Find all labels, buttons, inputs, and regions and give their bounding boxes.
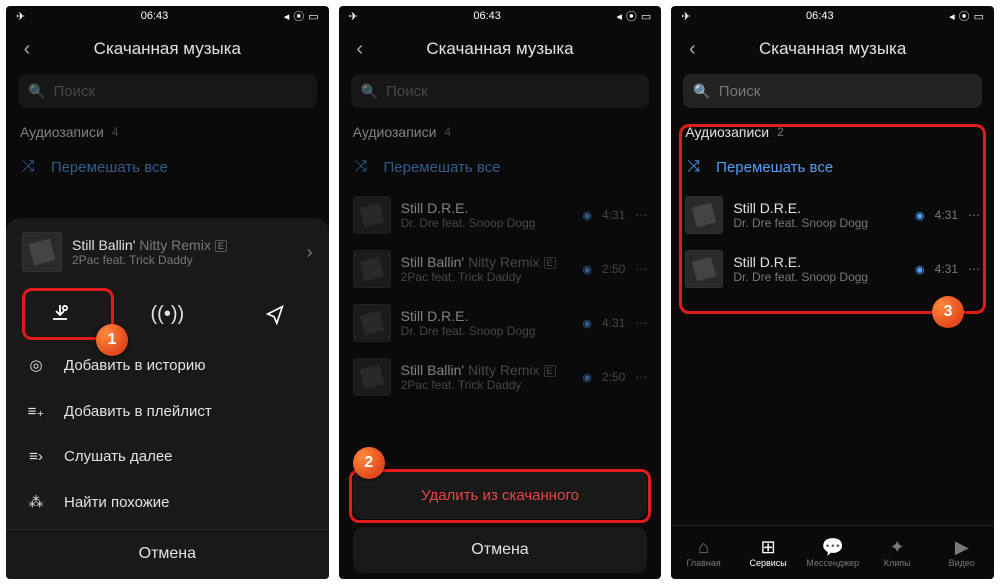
nav-messenger[interactable]: 💬Мессенджер xyxy=(800,526,865,579)
messenger-icon: 💬 xyxy=(821,538,843,556)
downloaded-icon: ◉ xyxy=(915,209,925,222)
services-icon: ⊞ xyxy=(761,538,776,556)
track-row[interactable]: Still Ballin' Nitty RemixE2Pac feat. Tri… xyxy=(339,242,662,296)
home-icon: ⌂ xyxy=(698,538,709,556)
search-input[interactable]: 🔍 Поиск xyxy=(683,74,982,108)
track-row[interactable]: Still Ballin' Nitty RemixE2Pac feat. Tri… xyxy=(339,350,662,404)
add-to-playlist[interactable]: ≡₊ Добавить в плейлист xyxy=(6,388,329,434)
track-cover xyxy=(353,250,391,288)
listen-next[interactable]: ≡› Слушать далее xyxy=(6,434,329,479)
panel-1: ✈ 06:43 ◂⦿▭ ‹ Скачанная музыка 🔍 Поиск А… xyxy=(6,6,329,579)
header: ‹ Скачанная музыка xyxy=(671,26,994,72)
section-header: Аудиозаписи2 xyxy=(671,118,994,146)
downloaded-icon: ◉ xyxy=(582,209,592,222)
share-button[interactable] xyxy=(221,292,329,336)
downloaded-icon: ◉ xyxy=(582,317,592,330)
panel-2: ✈ 06:43 ◂⦿▭ ‹ Скачанная музыка 🔍 Поиск А… xyxy=(339,6,662,579)
playlist-add-icon: ≡₊ xyxy=(26,402,46,420)
track-cover xyxy=(685,250,723,288)
chevron-right-icon: › xyxy=(307,242,313,263)
shuffle-all[interactable]: ⤨ Перемешать все xyxy=(671,146,994,188)
clips-icon: ✦ xyxy=(890,538,905,556)
nav-home[interactable]: ⌂Главная xyxy=(671,526,736,579)
now-playing-row[interactable]: Still Ballin' Nitty RemixE 2Pac feat. Tr… xyxy=(6,218,329,286)
header: ‹ Скачанная музыка xyxy=(339,26,662,72)
panel-3: ✈ 06:43 ◂⦿▭ ‹ Скачанная музыка 🔍 Поиск А… xyxy=(671,6,994,579)
more-icon[interactable]: ⋯ xyxy=(635,262,647,276)
remove-from-downloads[interactable]: Удалить из скачанного xyxy=(353,471,648,519)
status-bar: ✈ 06:43 ◂⦿▭ xyxy=(339,6,662,26)
downloaded-icon: ◉ xyxy=(582,263,592,276)
page-title: Скачанная музыка xyxy=(347,39,654,59)
more-icon[interactable]: ⋯ xyxy=(635,208,647,222)
shuffle-all[interactable]: ⤨ Перемешать все xyxy=(339,146,662,188)
more-icon[interactable]: ⋯ xyxy=(635,370,647,384)
broadcast-button[interactable]: ((•)) xyxy=(114,292,222,336)
track-cover xyxy=(353,196,391,234)
nav-video[interactable]: ▶Видео xyxy=(929,526,994,579)
more-icon[interactable]: ⋯ xyxy=(968,208,980,222)
find-similar[interactable]: ⁂ Найти похожие xyxy=(6,479,329,525)
page-title: Скачанная музыка xyxy=(14,39,321,59)
more-icon[interactable]: ⋯ xyxy=(635,316,647,330)
video-icon: ▶ xyxy=(955,538,969,556)
cancel-button[interactable]: Отмена xyxy=(6,529,329,577)
section-header: Аудиозаписи4 xyxy=(339,118,662,146)
cancel-button[interactable]: Отмена xyxy=(353,527,648,573)
downloaded-icon: ◉ xyxy=(915,263,925,276)
nav-clips[interactable]: ✦Клипы xyxy=(865,526,930,579)
queue-icon: ≡› xyxy=(26,448,46,465)
track-cover xyxy=(353,358,391,396)
bottom-nav: ⌂Главная ⊞Сервисы 💬Мессенджер ✦Клипы ▶Ви… xyxy=(671,525,994,579)
quick-actions-row: ((•)) xyxy=(6,286,329,342)
downloaded-icon: ◉ xyxy=(582,371,592,384)
search-input[interactable]: 🔍 Поиск xyxy=(18,74,317,108)
header: ‹ Скачанная музыка xyxy=(6,26,329,72)
status-bar: ✈ 06:43 ◂⦿▭ xyxy=(6,6,329,26)
page-title: Скачанная музыка xyxy=(679,39,986,59)
nav-services[interactable]: ⊞Сервисы xyxy=(736,526,801,579)
status-bar: ✈ 06:43 ◂⦿▭ xyxy=(671,6,994,26)
search-placeholder: Поиск xyxy=(53,83,95,100)
track-row[interactable]: Still D.R.E.Dr. Dre feat. Snoop Dogg ◉4:… xyxy=(339,188,662,242)
more-icon[interactable]: ⋯ xyxy=(968,262,980,276)
shuffle-icon: ⤨ xyxy=(355,158,368,176)
search-icon: 🔍 xyxy=(361,83,378,100)
section-header: Аудиозаписи4 xyxy=(6,118,329,146)
shuffle-all[interactable]: ⤨ Перемешать все xyxy=(6,146,329,188)
remove-download-button[interactable] xyxy=(6,292,114,336)
track-row[interactable]: Still D.R.E.Dr. Dre feat. Snoop Dogg ◉4:… xyxy=(671,242,994,296)
track-cover xyxy=(22,232,62,272)
story-icon: ◎ xyxy=(26,356,46,374)
search-icon: 🔍 xyxy=(693,83,710,100)
track-row[interactable]: Still D.R.E.Dr. Dre feat. Snoop Dogg ◉4:… xyxy=(671,188,994,242)
track-cover xyxy=(353,304,391,342)
search-icon: 🔍 xyxy=(28,83,45,100)
magic-icon: ⁂ xyxy=(26,493,46,511)
callout-badge-3: 3 xyxy=(932,296,964,328)
action-sheet: Still Ballin' Nitty RemixE 2Pac feat. Tr… xyxy=(6,218,329,579)
track-cover xyxy=(685,196,723,234)
search-input[interactable]: 🔍 Поиск xyxy=(351,74,650,108)
shuffle-icon: ⤨ xyxy=(22,158,35,176)
track-row[interactable]: Still D.R.E.Dr. Dre feat. Snoop Dogg ◉4:… xyxy=(339,296,662,350)
add-to-story[interactable]: ◎ Добавить в историю xyxy=(6,342,329,388)
shuffle-icon: ⤨ xyxy=(687,158,700,176)
